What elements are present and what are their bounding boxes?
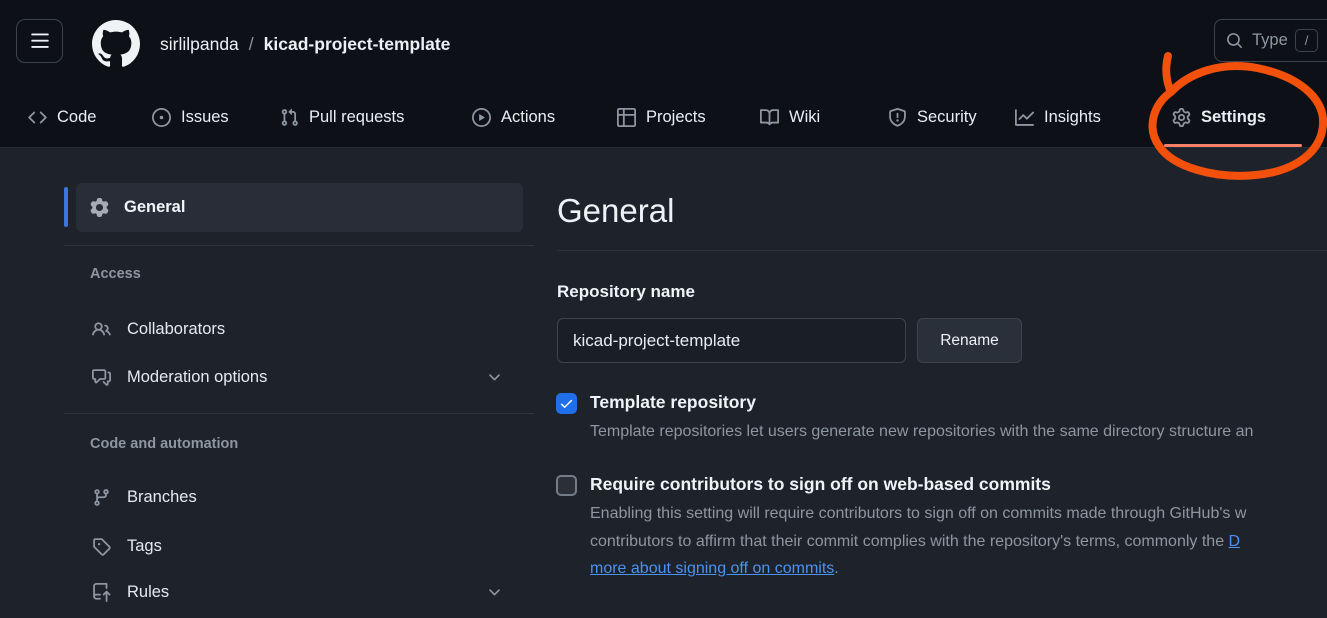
book-icon (760, 108, 779, 127)
tab-label: Security (917, 108, 977, 127)
sidebar-item-label: Tags (127, 537, 162, 556)
signoff-learn-more-link[interactable]: more about signing off on commits (590, 560, 834, 577)
sidebar-item-label: Rules (127, 583, 169, 602)
dco-link[interactable]: D (1229, 533, 1241, 550)
rename-button[interactable]: Rename (917, 318, 1022, 363)
tab-issues[interactable]: Issues (152, 98, 229, 136)
sidebar-item-label: Moderation options (127, 368, 267, 387)
github-repo-settings-page: sirlilpanda / kicad-project-template Typ… (0, 0, 1327, 618)
chevron-down-icon (486, 369, 503, 386)
sidebar-item-moderation-options[interactable]: Moderation options (76, 360, 523, 394)
sidebar-section-code-automation: Code and automation (90, 436, 238, 452)
signoff-line-1: Enabling this setting will require contr… (590, 500, 1327, 528)
breadcrumb: sirlilpanda / kicad-project-template (160, 29, 450, 59)
signoff-line-2-text: contributors to affirm that their commit… (590, 533, 1229, 550)
sidebar-item-collaborators[interactable]: Collaborators (76, 312, 523, 346)
check-icon (559, 396, 574, 411)
tag-icon (92, 537, 111, 556)
tab-label: Code (57, 108, 96, 127)
git-branch-icon (92, 488, 111, 507)
sidebar-item-label: Collaborators (127, 320, 225, 339)
issue-opened-icon (152, 108, 171, 127)
github-logo-icon[interactable] (92, 20, 140, 68)
search-placeholder: Type (1252, 31, 1288, 50)
selected-item-accent-bar (64, 187, 68, 227)
tab-actions[interactable]: Actions (472, 98, 555, 136)
breadcrumb-repo-link[interactable]: kicad-project-template (264, 34, 451, 55)
chevron-down-icon (486, 584, 503, 601)
repository-name-input[interactable] (557, 318, 906, 363)
tab-wiki[interactable]: Wiki (760, 98, 820, 136)
signoff-description: Enabling this setting will require contr… (590, 500, 1327, 583)
tab-label: Wiki (789, 108, 820, 127)
table-icon (617, 108, 636, 127)
tab-label: Insights (1044, 108, 1101, 127)
comment-discussion-icon (92, 368, 111, 387)
repository-name-label: Repository name (557, 282, 695, 302)
sidebar-item-label: Branches (127, 488, 197, 507)
git-pull-request-icon (280, 108, 299, 127)
signoff-line-2: contributors to affirm that their commit… (590, 528, 1327, 556)
hamburger-menu-button[interactable] (16, 19, 63, 63)
signoff-line-3: more about signing off on commits. (590, 555, 1327, 583)
tab-security[interactable]: Security (888, 98, 977, 136)
tab-projects[interactable]: Projects (617, 98, 706, 136)
page-title: General (557, 192, 674, 230)
sidebar-item-tags[interactable]: Tags (76, 529, 523, 563)
sidebar-divider (64, 413, 534, 414)
sidebar-divider (64, 245, 534, 246)
tab-label: Pull requests (309, 108, 404, 127)
template-repository-checkbox[interactable] (556, 393, 577, 414)
sidebar-item-rules[interactable]: Rules (76, 575, 523, 609)
people-icon (92, 320, 111, 339)
signoff-label[interactable]: Require contributors to sign off on web-… (590, 474, 1051, 495)
search-icon (1226, 32, 1243, 49)
tab-label: Actions (501, 108, 555, 127)
tab-label: Settings (1201, 108, 1266, 127)
code-icon (28, 108, 47, 127)
template-repository-label[interactable]: Template repository (590, 392, 756, 413)
tab-label: Issues (181, 108, 229, 127)
three-bars-icon (30, 31, 50, 51)
slash-shortcut-key: / (1295, 29, 1318, 52)
play-icon (472, 108, 491, 127)
gear-icon (90, 198, 109, 217)
shield-icon (888, 108, 907, 127)
title-divider (557, 250, 1327, 251)
sidebar-item-label: General (124, 198, 185, 217)
breadcrumb-owner-link[interactable]: sirlilpanda (160, 34, 239, 55)
app-header: sirlilpanda / kicad-project-template Typ… (0, 0, 1327, 148)
sidebar-item-general[interactable]: General (76, 183, 523, 232)
tab-label: Projects (646, 108, 706, 127)
tab-settings[interactable]: Settings (1172, 98, 1266, 136)
breadcrumb-separator: / (249, 34, 254, 55)
gear-icon (1172, 108, 1191, 127)
tab-code[interactable]: Code (28, 98, 96, 136)
template-repository-description: Template repositories let users generate… (590, 423, 1327, 441)
tab-insights[interactable]: Insights (1015, 98, 1101, 136)
search-input[interactable]: Type / (1214, 19, 1327, 62)
signoff-checkbox[interactable] (556, 475, 577, 496)
repo-push-icon (92, 583, 111, 602)
active-tab-underline (1164, 144, 1302, 147)
graph-icon (1015, 108, 1034, 127)
sidebar-item-branches[interactable]: Branches (76, 480, 523, 514)
signoff-line-3-period: . (834, 560, 838, 577)
tab-pull-requests[interactable]: Pull requests (280, 98, 404, 136)
sidebar-section-access: Access (90, 266, 141, 282)
